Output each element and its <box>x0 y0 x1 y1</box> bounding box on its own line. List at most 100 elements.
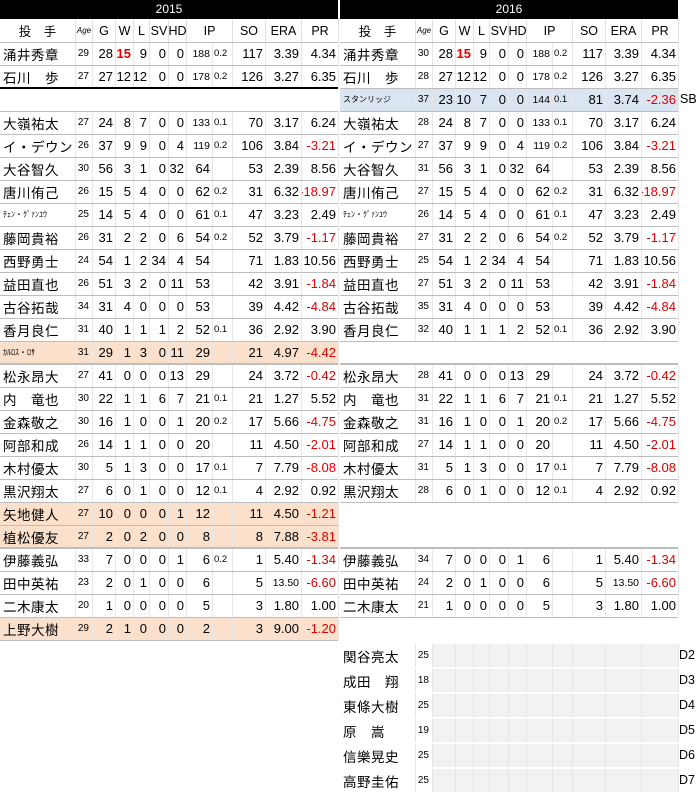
pitcher-age: 26 <box>76 433 93 456</box>
stat-pr: 6.24 <box>302 111 339 134</box>
pitcher-row: 木村優太 31 5 1 3 0 0 17 0.1 7 7.79 -8.08 <box>340 456 679 479</box>
stat-w: 12 <box>456 65 474 88</box>
empty-stat-cell <box>553 744 573 767</box>
empty-stat-cell <box>606 669 642 692</box>
empty-stat-cell <box>642 644 679 667</box>
stat-sv: 0 <box>150 42 169 65</box>
stat-w: 0 <box>456 571 474 594</box>
stat-era: 3.79 <box>266 226 302 249</box>
pitcher-age: 28 <box>416 479 433 502</box>
stat-sv: 0 <box>490 65 509 88</box>
stat-ip-fraction <box>553 364 573 387</box>
empty-stat-cell <box>606 744 642 767</box>
stat-era: 13.50 <box>266 571 302 594</box>
pitcher-name: 田中英祐 <box>0 571 76 594</box>
empty-stat-cell <box>456 694 474 717</box>
stat-hd: 0 <box>169 571 187 594</box>
empty-stat-cell <box>474 669 490 692</box>
stat-pr: -4.75 <box>302 410 339 433</box>
grid-line <box>0 502 338 503</box>
empty-stat-cell <box>474 769 490 792</box>
stat-l: 4 <box>474 180 490 203</box>
stat-l: 9 <box>134 134 150 157</box>
grid-line <box>340 387 678 388</box>
stat-hd: 0 <box>509 203 527 226</box>
stat-g: 56 <box>93 157 116 180</box>
empty-stat-cell <box>573 769 606 792</box>
stat-era: 3.17 <box>606 111 642 134</box>
stat-pr: -1.17 <box>302 226 339 249</box>
stat-pr: 5.52 <box>642 387 679 410</box>
pitcher-row: 田中英祐 24 2 0 1 0 0 6 5 13.50 -6.60 <box>340 571 679 594</box>
draft-name: 原 嵩 <box>340 719 416 742</box>
grid-line <box>0 341 338 342</box>
stat-l: 1 <box>134 571 150 594</box>
stat-era: 3.72 <box>606 364 642 387</box>
stat-ip-fraction: 0.1 <box>553 456 573 479</box>
stat-w: 1 <box>456 433 474 456</box>
empty-stat-cell <box>474 644 490 667</box>
stat-hd: 0 <box>169 111 187 134</box>
stat-pr: -4.84 <box>302 295 339 318</box>
pitcher-row: 古谷拓哉 34 31 4 0 0 0 53 39 4.42 -4.84 <box>0 295 339 318</box>
stat-ip-fraction <box>213 157 233 180</box>
empty-stat-cell <box>456 669 474 692</box>
stat-w: 0 <box>116 525 134 548</box>
stat-w: 1 <box>116 341 134 364</box>
pitcher-age: 34 <box>416 548 433 571</box>
grid-line <box>340 341 678 342</box>
stat-so: 117 <box>233 42 266 65</box>
stat-era: 3.23 <box>606 203 642 226</box>
pitcher-name: 涌井秀章 <box>0 42 76 65</box>
stat-w: 5 <box>116 203 134 226</box>
stat-g: 10 <box>93 502 116 525</box>
stat-hd: 13 <box>169 364 187 387</box>
stat-so: 8 <box>233 525 266 548</box>
stat-l: 12 <box>134 65 150 88</box>
stat-so: 7 <box>233 456 266 479</box>
stat-w: 0 <box>116 571 134 594</box>
grid-line <box>340 157 678 158</box>
grid-line <box>340 433 678 434</box>
pitcher-name: 黒沢翔太 <box>0 479 76 502</box>
pitcher-name: イ・デウン <box>340 134 416 157</box>
grid-line <box>0 363 338 364</box>
stat-era: 3.74 <box>606 88 642 111</box>
stat-so: 42 <box>233 272 266 295</box>
stat-pr: -2.36 <box>642 88 679 111</box>
grid-line <box>340 456 678 457</box>
stat-era: 1.80 <box>266 594 302 617</box>
pitcher-row: 古谷拓哉 35 31 4 0 0 0 53 39 4.42 -4.84 <box>340 295 679 318</box>
stat-w: 1 <box>456 387 474 410</box>
stat-era: 1.83 <box>266 249 302 272</box>
stat-g: 7 <box>93 548 116 571</box>
stat-so: 31 <box>233 180 266 203</box>
stat-g: 14 <box>93 433 116 456</box>
stat-sv: 0 <box>150 410 169 433</box>
stat-ip-fraction <box>213 433 233 456</box>
stat-pr: 2.49 <box>302 203 339 226</box>
stat-hd: 0 <box>169 433 187 456</box>
stat-hd: 1 <box>509 410 527 433</box>
pitcher-row: 石川 歩28271212001780.21263.276.35 <box>340 65 679 88</box>
pitcher-name: 矢地健人 <box>0 502 76 525</box>
stat-l: 2 <box>474 249 490 272</box>
stat-pr: -1.84 <box>642 272 679 295</box>
stat-ip: 144 <box>527 88 553 111</box>
stat-era: 3.84 <box>606 134 642 157</box>
stat-w: 2 <box>116 226 134 249</box>
pitcher-name: ﾁｪﾝ・ｸﾞｧﾝﾕｳ <box>340 203 416 226</box>
empty-stat-cell <box>527 719 553 742</box>
grid-line <box>340 134 678 135</box>
stat-hd: 4 <box>509 249 527 272</box>
stat-ip-fraction <box>553 272 573 295</box>
pitcher-age: 29 <box>76 617 93 640</box>
stat-so: 70 <box>233 111 266 134</box>
empty-stat-cell <box>456 769 474 792</box>
stat-era: 3.91 <box>266 272 302 295</box>
stat-g: 2 <box>433 571 456 594</box>
grid-line <box>0 111 338 112</box>
stat-era: 3.17 <box>266 111 302 134</box>
stat-sv: 0 <box>490 226 509 249</box>
draft-tag: D4 <box>679 698 695 712</box>
